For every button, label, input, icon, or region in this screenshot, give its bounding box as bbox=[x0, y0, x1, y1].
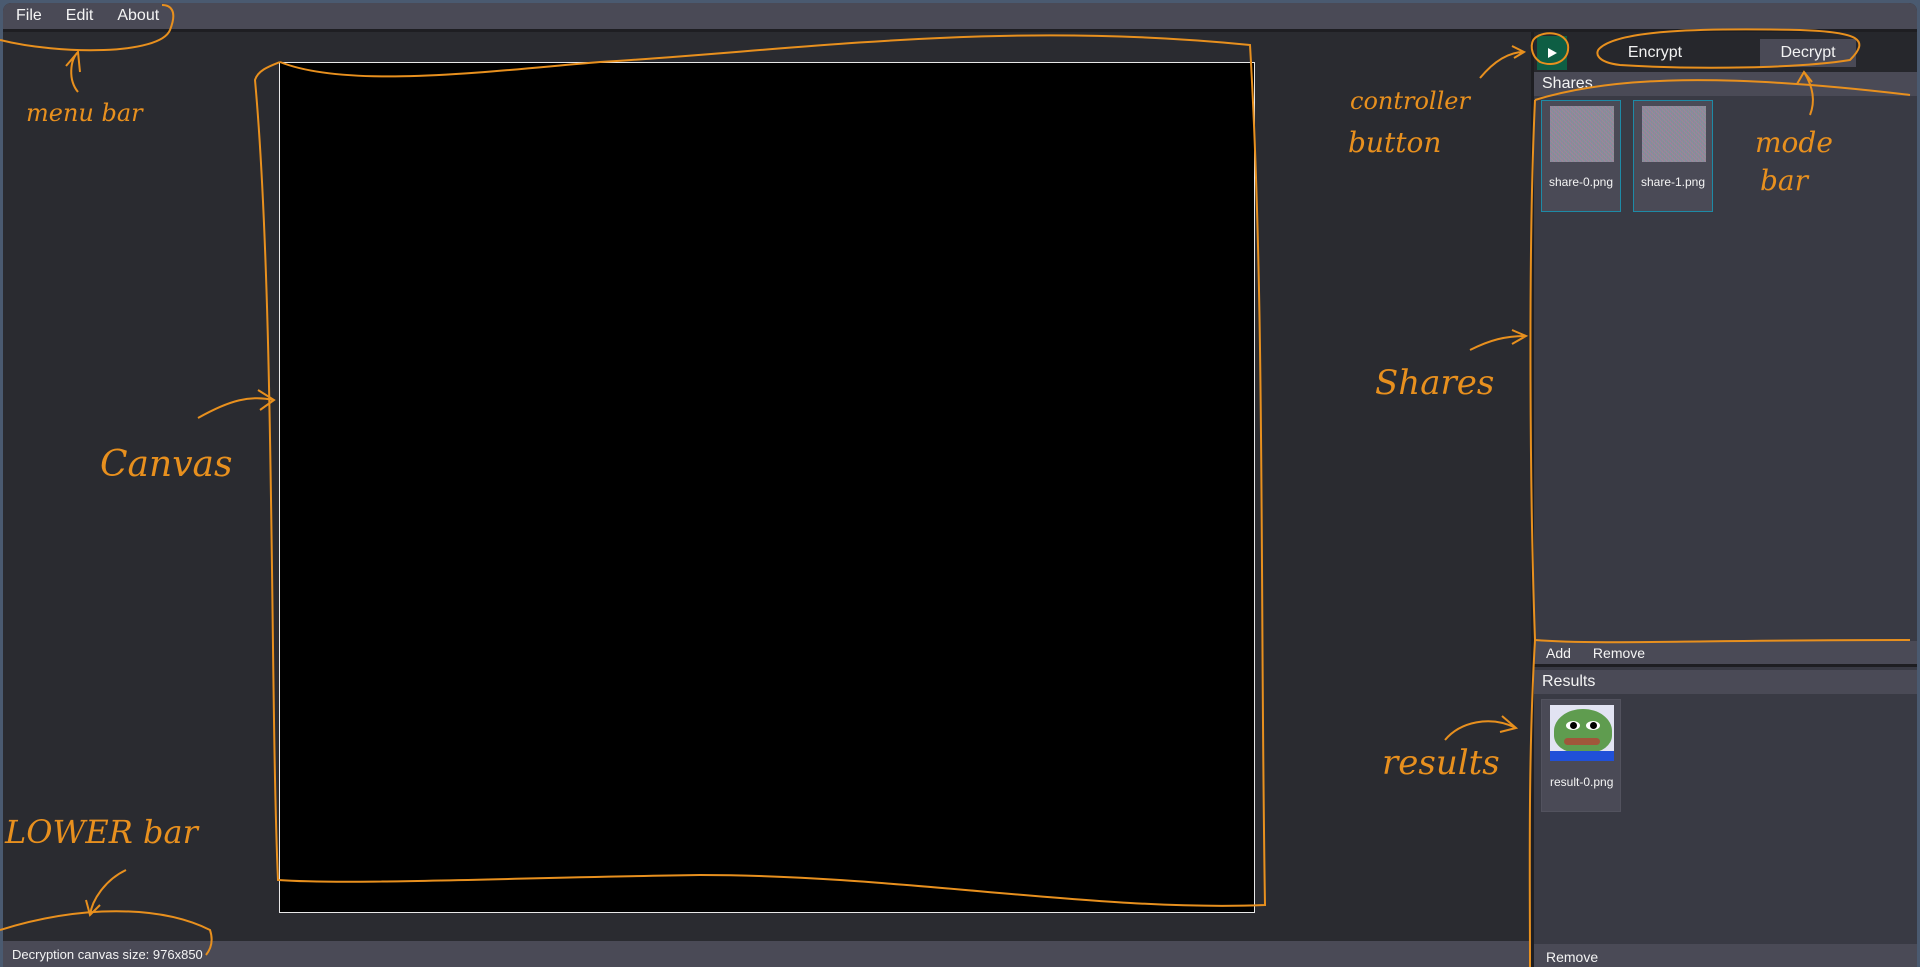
menu-edit[interactable]: Edit bbox=[54, 7, 106, 25]
menu-file[interactable]: File bbox=[3, 7, 54, 25]
add-share-button[interactable]: Add bbox=[1546, 645, 1571, 661]
canvas[interactable] bbox=[279, 62, 1255, 913]
mode-tab-decrypt[interactable]: Decrypt bbox=[1760, 39, 1856, 67]
share-item[interactable]: share-0.png bbox=[1541, 100, 1621, 212]
share-item[interactable]: share-1.png bbox=[1633, 100, 1713, 212]
results-header: Results bbox=[1534, 670, 1917, 694]
menu-bar: File Edit About bbox=[3, 3, 1917, 32]
shares-list: share-0.png share-1.png bbox=[1541, 100, 1713, 212]
results-list: result-0.png bbox=[1541, 699, 1621, 812]
status-text: Decryption canvas size: 976x850 bbox=[12, 946, 203, 962]
sidebar: Encrypt Decrypt Shares share-0.png share… bbox=[1531, 32, 1917, 967]
share-label: share-1.png bbox=[1640, 175, 1706, 189]
canvas-area bbox=[3, 32, 1529, 941]
app-window: File Edit About Encrypt Decrypt Shares s… bbox=[3, 3, 1917, 967]
remove-result-button[interactable]: Remove bbox=[1546, 949, 1598, 965]
result-label: result-0.png bbox=[1550, 775, 1614, 789]
result-item[interactable]: result-0.png bbox=[1541, 699, 1621, 812]
play-icon bbox=[1548, 48, 1557, 58]
mode-tab-encrypt[interactable]: Encrypt bbox=[1600, 39, 1710, 67]
share-thumbnail bbox=[1642, 106, 1706, 162]
mode-bar: Encrypt Decrypt bbox=[1534, 32, 1917, 72]
results-action-bar: Remove bbox=[1534, 944, 1917, 967]
share-thumbnail bbox=[1550, 106, 1614, 162]
run-button[interactable] bbox=[1537, 36, 1567, 70]
shares-action-bar: Add Remove bbox=[1534, 641, 1917, 667]
share-label: share-0.png bbox=[1548, 175, 1614, 189]
status-bar: Decryption canvas size: 976x850 bbox=[3, 941, 1531, 967]
result-thumbnail bbox=[1550, 705, 1614, 761]
remove-share-button[interactable]: Remove bbox=[1593, 645, 1645, 661]
menu-about[interactable]: About bbox=[105, 7, 171, 25]
shares-header: Shares bbox=[1534, 72, 1917, 96]
